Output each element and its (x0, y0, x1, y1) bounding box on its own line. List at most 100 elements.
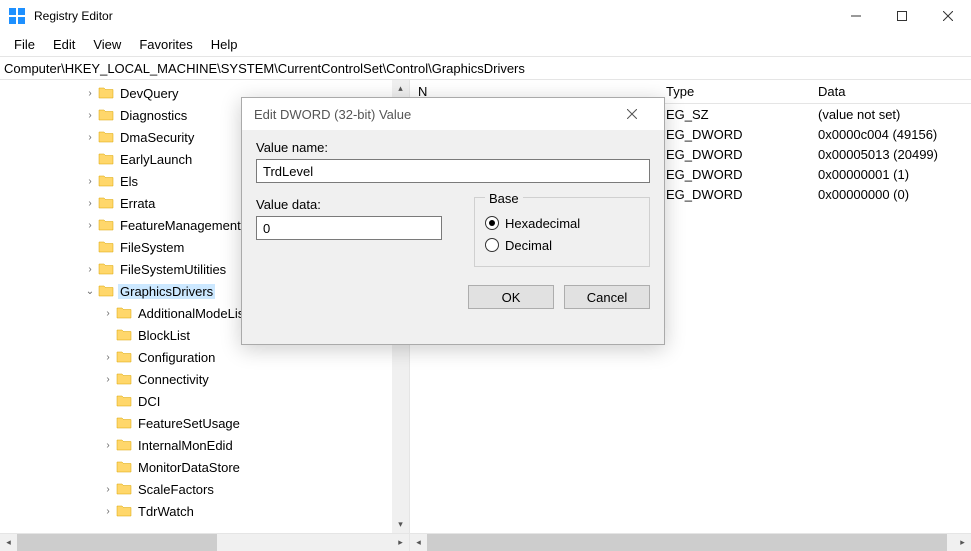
tree-item[interactable]: › DevQuery (0, 82, 246, 104)
tree-item[interactable]: › InternalMonEdid (0, 434, 246, 456)
dialog-close-button[interactable] (612, 100, 652, 128)
menu-file[interactable]: File (6, 35, 43, 54)
cell-type: EG_DWORD (658, 167, 810, 182)
tree-item[interactable]: › Els (0, 170, 246, 192)
chevron-right-icon[interactable]: › (100, 352, 116, 363)
chevron-down-icon[interactable]: ⌄ (82, 286, 98, 297)
folder-icon (98, 283, 114, 299)
folder-icon (116, 415, 132, 431)
base-fieldset: Base Hexadecimal Decimal (474, 197, 650, 267)
address-bar[interactable]: Computer\HKEY_LOCAL_MACHINE\SYSTEM\Curre… (0, 56, 971, 80)
tree-item[interactable]: EarlyLaunch (0, 148, 246, 170)
tree-item-label: FileSystem (120, 240, 184, 255)
chevron-right-icon[interactable]: › (82, 132, 98, 143)
tree-item-label: TdrWatch (138, 504, 194, 519)
tree-item-label: DCI (138, 394, 160, 409)
scroll-left-icon[interactable]: ◂ (410, 534, 427, 551)
tree-item-label: ScaleFactors (138, 482, 214, 497)
tree-item-label: Els (120, 174, 138, 189)
tree-item-label: FeatureSetUsage (138, 416, 240, 431)
chevron-right-icon[interactable]: › (82, 264, 98, 275)
cell-type: EG_DWORD (658, 147, 810, 162)
tree-item[interactable]: › TdrWatch (0, 500, 246, 522)
tree-item[interactable]: ›Connectivity (0, 368, 246, 390)
value-data-input[interactable] (256, 216, 442, 240)
tree-item-label: Errata (120, 196, 155, 211)
tree-item-label: Diagnostics (120, 108, 187, 123)
folder-icon (116, 459, 132, 475)
scroll-right-icon[interactable]: ▸ (392, 534, 409, 551)
folder-icon (98, 129, 114, 145)
tree-item[interactable]: BlockList (0, 324, 246, 346)
tree-item[interactable]: › ScaleFactors (0, 478, 246, 500)
tree-item[interactable]: FeatureSetUsage (0, 412, 246, 434)
folder-icon (116, 393, 132, 409)
radio-hexadecimal[interactable]: Hexadecimal (485, 212, 639, 234)
cancel-button[interactable]: Cancel (564, 285, 650, 309)
tree-item[interactable]: ›AdditionalModeLis (0, 302, 246, 324)
cell-type: EG_DWORD (658, 127, 810, 142)
scroll-up-icon[interactable]: ▴ (392, 80, 409, 97)
folder-icon (98, 151, 114, 167)
tree-item[interactable]: FileSystem (0, 236, 246, 258)
dialog-title-text: Edit DWORD (32-bit) Value (254, 107, 411, 122)
close-button[interactable] (925, 0, 971, 32)
tree-item[interactable]: ⌄ GraphicsDrivers (0, 280, 246, 302)
cell-data: 0x00005013 (20499) (810, 147, 971, 162)
menubar: File Edit View Favorites Help (0, 32, 971, 56)
col-data-header[interactable]: Data (810, 84, 971, 99)
minimize-button[interactable] (833, 0, 879, 32)
scroll-left-icon[interactable]: ◂ (0, 534, 17, 551)
menu-help[interactable]: Help (203, 35, 246, 54)
folder-icon (98, 217, 114, 233)
chevron-right-icon[interactable]: › (100, 484, 116, 495)
folder-icon (116, 349, 132, 365)
menu-edit[interactable]: Edit (45, 35, 83, 54)
tree-item-label: InternalMonEdid (138, 438, 233, 453)
chevron-right-icon[interactable]: › (82, 198, 98, 209)
chevron-right-icon[interactable]: › (82, 220, 98, 231)
tree-item-label: EarlyLaunch (120, 152, 192, 167)
chevron-right-icon[interactable]: › (82, 176, 98, 187)
value-name-label: Value name: (256, 140, 650, 155)
chevron-right-icon[interactable]: › (82, 88, 98, 99)
value-name-input[interactable] (256, 159, 650, 183)
tree-hscroll[interactable]: ◂ ▸ (0, 534, 410, 551)
folder-icon (98, 173, 114, 189)
maximize-button[interactable] (879, 0, 925, 32)
dialog-titlebar[interactable]: Edit DWORD (32-bit) Value (242, 98, 664, 130)
tree-item[interactable]: ›FileSystemUtilities (0, 258, 246, 280)
list-hscroll[interactable]: ◂ ▸ (410, 534, 971, 551)
cell-type: EG_SZ (658, 107, 810, 122)
hscroll-area: ◂ ▸ ◂ ▸ (0, 534, 971, 551)
ok-button[interactable]: OK (468, 285, 554, 309)
menu-favorites[interactable]: Favorites (131, 35, 200, 54)
menu-view[interactable]: View (85, 35, 129, 54)
scroll-right-icon[interactable]: ▸ (954, 534, 971, 551)
folder-icon (116, 327, 132, 343)
tree-item[interactable]: ›FeatureManagement (0, 214, 246, 236)
chevron-right-icon[interactable]: › (100, 374, 116, 385)
col-type-header[interactable]: Type (658, 84, 810, 99)
tree-item[interactable]: › Errata (0, 192, 246, 214)
scroll-down-icon[interactable]: ▾ (392, 516, 409, 533)
chevron-right-icon[interactable]: › (82, 110, 98, 121)
tree-item[interactable]: › Configuration (0, 346, 246, 368)
radio-decimal[interactable]: Decimal (485, 234, 639, 256)
window-controls (833, 0, 971, 32)
tree-item-label: Configuration (138, 350, 215, 365)
folder-icon (116, 503, 132, 519)
tree-item[interactable]: › Diagnostics (0, 104, 246, 126)
chevron-right-icon[interactable]: › (100, 308, 116, 319)
tree-item[interactable]: MonitorDataStore (0, 456, 246, 478)
chevron-right-icon[interactable]: › (100, 440, 116, 451)
value-data-label: Value data: (256, 197, 454, 212)
chevron-right-icon[interactable]: › (100, 506, 116, 517)
tree-item-label: DevQuery (120, 86, 179, 101)
folder-icon (116, 371, 132, 387)
tree-item[interactable]: ›DmaSecurity (0, 126, 246, 148)
tree-item-label: GraphicsDrivers (120, 284, 213, 299)
window-title: Registry Editor (34, 9, 833, 23)
tree-item[interactable]: DCI (0, 390, 246, 412)
radio-icon (485, 216, 499, 230)
